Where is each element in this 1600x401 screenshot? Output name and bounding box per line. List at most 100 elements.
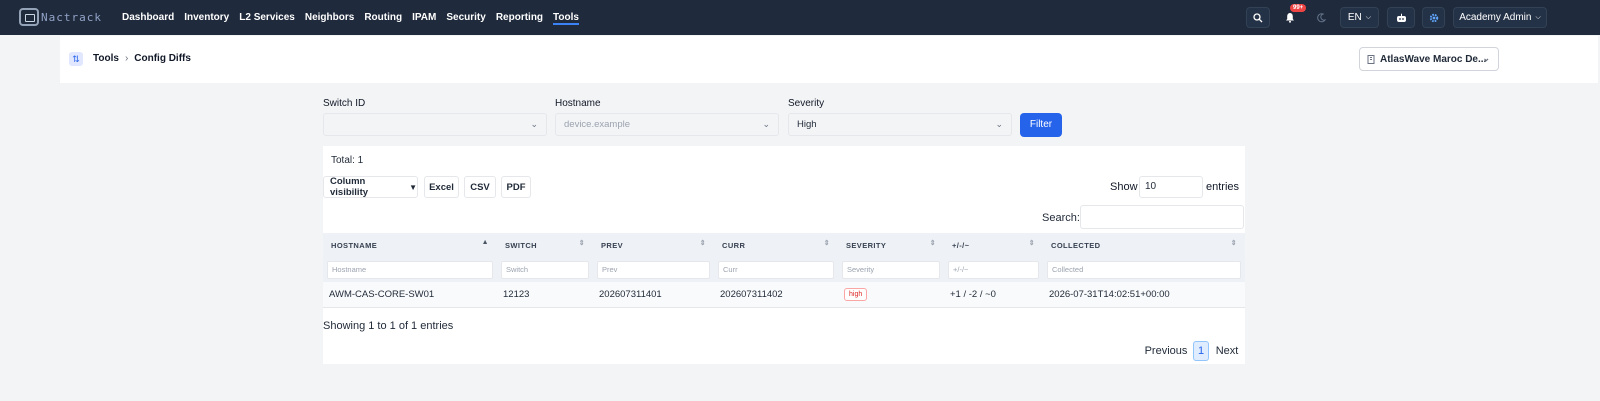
- table-search-input[interactable]: [1080, 205, 1244, 229]
- hostname-select[interactable]: device.example ⌄: [555, 113, 779, 136]
- chevron-down-icon: ⌄: [1482, 53, 1490, 63]
- sort-icon: ⇕: [823, 240, 830, 247]
- header-label: CURR: [722, 240, 746, 250]
- severity-badge: high: [844, 287, 868, 301]
- top-navbar: Nactrack Dashboard Inventory L2 Services…: [0, 0, 1600, 35]
- nav-routing[interactable]: Routing: [364, 0, 402, 35]
- chevron-right-icon: ›: [124, 53, 129, 64]
- hostname-placeholder: device.example: [564, 119, 631, 130]
- chevron-down-icon: ⌄: [530, 119, 538, 129]
- breadcrumb-tools[interactable]: Tools: [93, 53, 119, 64]
- gear-icon: [1429, 13, 1438, 22]
- cell-curr: 202607311402: [714, 282, 838, 308]
- sort-asc-icon: ▲: [481, 239, 489, 246]
- sort-icon: ⇕: [1230, 240, 1237, 247]
- severity-label: Severity: [788, 98, 825, 109]
- settings-button[interactable]: [1422, 7, 1445, 28]
- nav-security[interactable]: Security: [446, 0, 485, 35]
- column-filter-curr[interactable]: Curr: [718, 260, 834, 279]
- user-menu[interactable]: Academy Admin ⌵: [1453, 7, 1547, 28]
- search-label: Search:: [1042, 212, 1080, 224]
- next-page-button[interactable]: Next: [1213, 341, 1241, 361]
- hostname-label: Hostname: [555, 98, 601, 109]
- cell-prev: 202607311401: [593, 282, 714, 308]
- column-header-switch[interactable]: SWITCH ⇕: [497, 233, 593, 257]
- column-filter-delta[interactable]: +/-/~: [948, 260, 1039, 279]
- excel-button[interactable]: Excel: [424, 176, 459, 198]
- assistant-button[interactable]: [1387, 7, 1415, 28]
- site-selector[interactable]: AtlasWave Maroc De... ⌄: [1359, 47, 1499, 71]
- nav-dashboard[interactable]: Dashboard: [122, 0, 174, 35]
- nav-neighbors[interactable]: Neighbors: [305, 0, 354, 35]
- column-filter-hostname[interactable]: Hostname: [327, 260, 493, 279]
- language-label: EN: [1347, 12, 1362, 23]
- column-header-severity[interactable]: SEVERITY ⇕: [838, 233, 944, 257]
- bell-icon: [1286, 13, 1294, 23]
- nav-reporting[interactable]: Reporting: [496, 0, 543, 35]
- column-filter-severity[interactable]: Severity: [842, 260, 940, 279]
- site-selector-value: AtlasWave Maroc De...: [1380, 53, 1487, 65]
- caret-down-icon: ▼: [409, 182, 417, 192]
- page-1-button[interactable]: 1: [1193, 341, 1209, 361]
- cell-collected: 2026-07-31T14:02:51+00:00: [1043, 282, 1245, 308]
- cell-hostname: AWM-CAS-CORE-SW01: [323, 282, 497, 308]
- app-logo[interactable]: Nactrack: [19, 8, 102, 26]
- cell-severity: high: [838, 282, 944, 308]
- config-diff-icon: ⇅: [69, 52, 83, 66]
- column-header-hostname[interactable]: HOSTNAME ▲: [323, 233, 497, 257]
- entries-label: entries: [1206, 181, 1240, 193]
- page-length-select[interactable]: 10: [1139, 176, 1203, 198]
- column-visibility-button[interactable]: Column visibility ▼: [323, 176, 418, 198]
- switch-id-select[interactable]: ⌄: [323, 113, 547, 136]
- table-info: Showing 1 to 1 of 1 entries: [323, 320, 454, 332]
- column-filter-switch[interactable]: Switch: [501, 260, 589, 279]
- chevron-down-icon: ⌵: [1365, 13, 1372, 21]
- search-icon: [1253, 12, 1263, 22]
- header-label: +/-/~: [952, 240, 970, 250]
- config-diffs-table: HOSTNAME ▲ SWITCH ⇕ PREV ⇕ CURR ⇕ SEVERITY ⇕ …: [323, 233, 1245, 308]
- building-icon: [1367, 54, 1375, 64]
- sort-icon: ⇕: [1028, 240, 1035, 247]
- moon-icon: [1317, 12, 1326, 22]
- column-filter-collected[interactable]: Collected: [1047, 260, 1241, 279]
- chevron-down-icon: ⌵: [1535, 13, 1541, 21]
- previous-page-button[interactable]: Previous: [1143, 341, 1189, 361]
- column-header-collected[interactable]: COLLECTED ⇕: [1043, 233, 1245, 257]
- main-nav: Dashboard Inventory L2 Services Neighbor…: [122, 0, 589, 35]
- filter-button[interactable]: Filter: [1020, 113, 1062, 137]
- column-filter-prev[interactable]: Prev: [597, 260, 710, 279]
- logo-text: Nactrack: [41, 10, 102, 24]
- severity-value: High: [797, 119, 817, 130]
- column-header-curr[interactable]: CURR ⇕: [714, 233, 838, 257]
- chevron-down-icon: ⌄: [995, 119, 1003, 129]
- header-label: HOSTNAME: [331, 240, 378, 250]
- header-label: COLLECTED: [1051, 240, 1101, 250]
- column-header-delta[interactable]: +/-/~ ⇕: [944, 233, 1043, 257]
- nav-ipam[interactable]: IPAM: [412, 0, 436, 35]
- sort-icon: ⇕: [699, 240, 706, 247]
- search-button[interactable]: [1246, 7, 1270, 28]
- show-label: Show: [1110, 181, 1138, 193]
- nav-tools[interactable]: Tools: [553, 0, 579, 35]
- cell-delta: +1 / -2 / ~0: [944, 282, 1043, 308]
- sort-icon: ⇕: [578, 240, 585, 247]
- notifications-button[interactable]: 99+: [1278, 4, 1307, 28]
- breadcrumb-current: Config Diffs: [134, 53, 191, 64]
- pdf-button[interactable]: PDF: [501, 176, 531, 198]
- header-label: PREV: [601, 240, 624, 250]
- language-select[interactable]: EN ⌵: [1340, 7, 1379, 28]
- nav-inventory[interactable]: Inventory: [184, 0, 229, 35]
- table-row[interactable]: AWM-CAS-CORE-SW01 12123 202607311401 202…: [323, 282, 1245, 308]
- switch-id-label: Switch ID: [323, 98, 366, 109]
- cell-switch: 12123: [497, 282, 593, 308]
- column-header-prev[interactable]: PREV ⇕: [593, 233, 714, 257]
- breadcrumb: Tools › Config Diffs: [93, 53, 191, 64]
- severity-select[interactable]: High ⌄: [788, 113, 1012, 136]
- csv-button[interactable]: CSV: [464, 176, 496, 198]
- nav-l2-services[interactable]: L2 Services: [239, 0, 295, 35]
- header-label: SEVERITY: [846, 240, 887, 250]
- notification-badge: 99+: [1290, 4, 1307, 12]
- sort-icon: ⇕: [929, 240, 936, 247]
- user-name: Academy Admin: [1459, 12, 1532, 23]
- theme-toggle[interactable]: [1310, 7, 1332, 28]
